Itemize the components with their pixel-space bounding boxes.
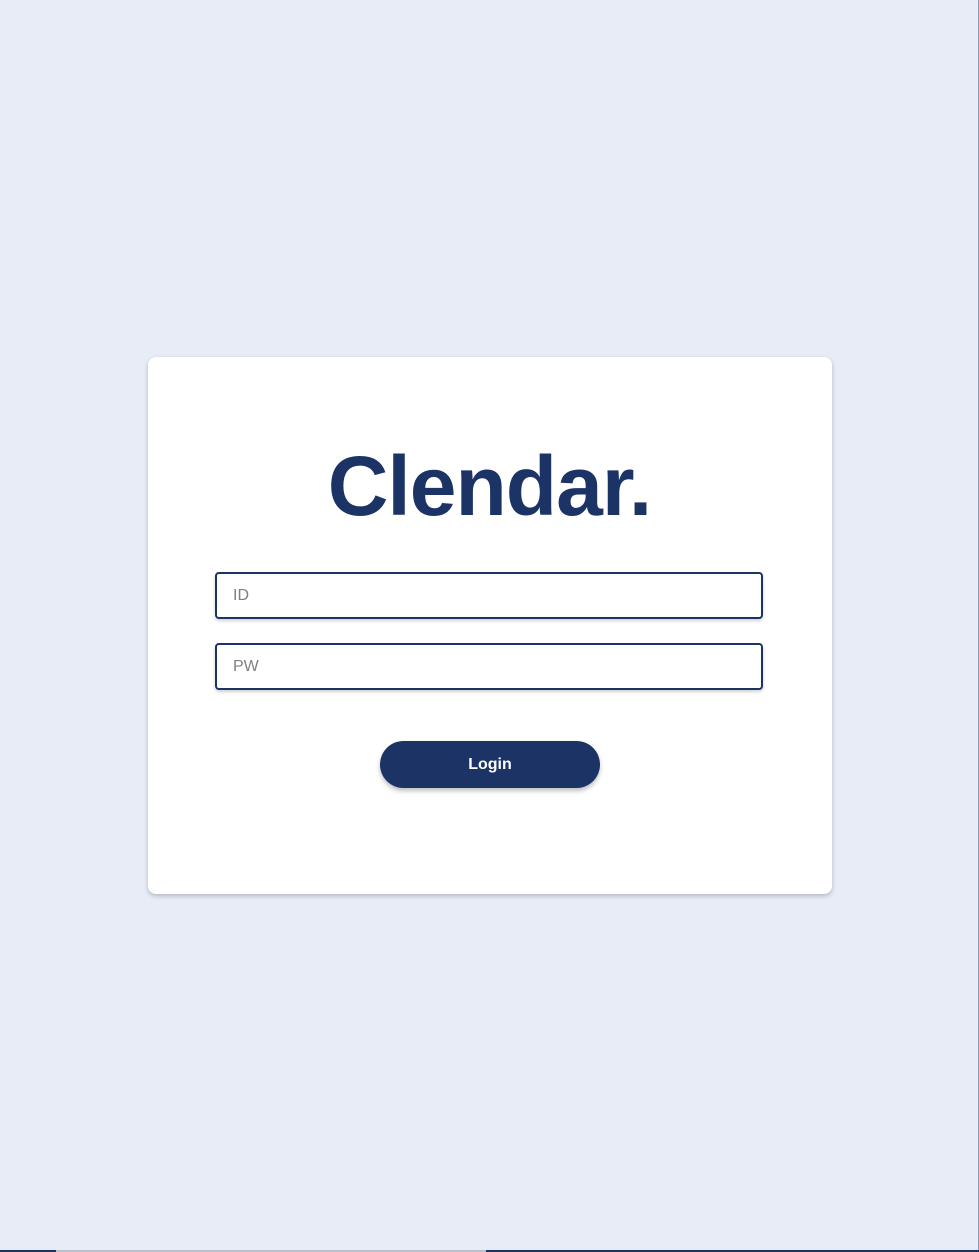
- app-logo-title: Clendar.: [327, 439, 652, 533]
- login-button[interactable]: Login: [380, 741, 600, 788]
- id-input[interactable]: [215, 572, 763, 619]
- password-input[interactable]: [215, 643, 763, 690]
